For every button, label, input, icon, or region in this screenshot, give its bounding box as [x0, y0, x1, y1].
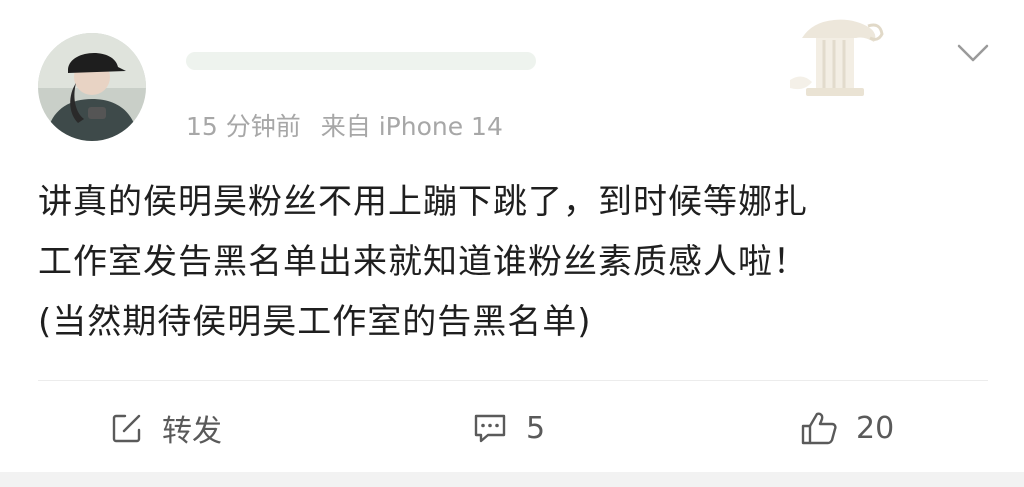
post-body-line: (当然期待侯明昊工作室的告黑名单)	[38, 302, 592, 342]
comment-icon	[474, 414, 506, 443]
avatar[interactable]	[38, 33, 146, 141]
post-body: 讲真的侯明昊粉丝不用上蹦下跳了，到时候等娜扎 工作室发告黑名单出来就知道谁粉丝素…	[38, 172, 998, 352]
weibo-post-card: 15 分钟前 来自 iPhone 14 讲真的侯明昊粉丝不用上蹦下跳了，到时候等…	[0, 0, 1024, 487]
post-body-line: 工作室发告黑名单出来就知道谁粉丝素质感人啦！	[38, 242, 808, 282]
comment-count: 5	[526, 410, 546, 446]
post-body-line: 讲真的侯明昊粉丝不用上蹦下跳了，到时候等娜扎	[38, 182, 808, 222]
thumbs-up-icon	[801, 412, 837, 445]
like-button[interactable]: 20	[800, 396, 894, 460]
decorative-pillar-badge	[782, 8, 892, 103]
post-source: 来自 iPhone 14	[320, 112, 503, 141]
avatar-image	[38, 33, 146, 141]
card-separator	[0, 472, 1024, 487]
divider	[38, 380, 988, 381]
action-bar: 转发 5 20	[0, 396, 1024, 460]
chevron-down-icon[interactable]	[956, 40, 990, 66]
like-count: 20	[856, 410, 895, 446]
post-meta: 15 分钟前 来自 iPhone 14	[186, 108, 503, 142]
post-time: 15 分钟前	[186, 112, 301, 141]
repost-label: 转发	[162, 414, 222, 449]
username-blurred[interactable]	[186, 44, 536, 78]
repost-button[interactable]: 转发	[110, 396, 222, 460]
share-edit-icon	[112, 414, 141, 443]
comment-button[interactable]: 5	[472, 396, 545, 460]
